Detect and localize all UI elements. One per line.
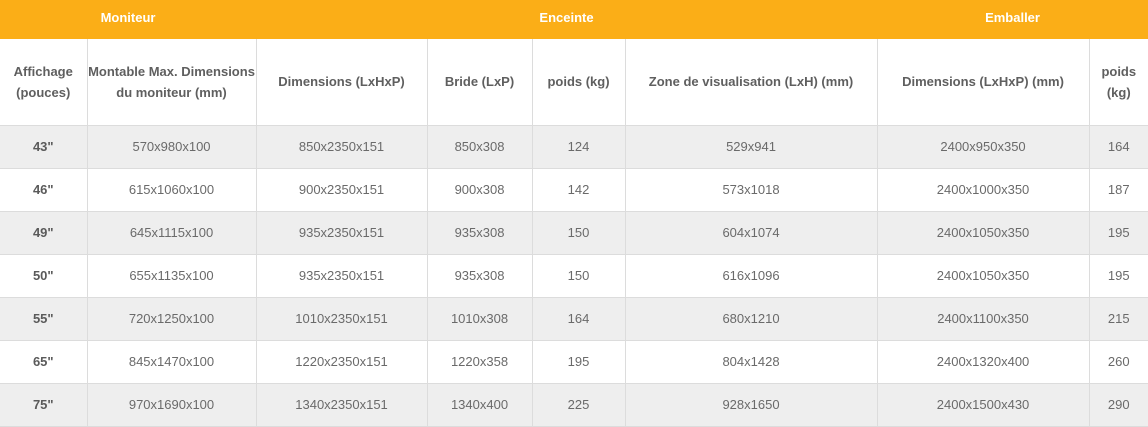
cell-max-monitor-dimensions: 845x1470x100 bbox=[87, 340, 257, 384]
cell-bracket: 1340x400 bbox=[427, 383, 533, 427]
cell-max-monitor-dimensions: 720x1250x100 bbox=[87, 297, 257, 341]
cell-display-size: 49" bbox=[0, 211, 88, 255]
cell-package-dimensions: 2400x1320x400 bbox=[877, 340, 1090, 384]
cell-package-weight: 195 bbox=[1089, 211, 1148, 255]
cell-bracket: 1220x358 bbox=[427, 340, 533, 384]
cell-bracket: 935x308 bbox=[427, 211, 533, 255]
table-row: 43" 570x980x100 850x2350x151 850x308 124… bbox=[0, 125, 1148, 169]
cell-display-size: 50" bbox=[0, 254, 88, 298]
cell-display-size: 75" bbox=[0, 383, 88, 427]
cell-viewing-area: 529x941 bbox=[625, 125, 878, 169]
cell-enclosure-dimensions: 900x2350x151 bbox=[256, 168, 428, 212]
cell-display-size: 55" bbox=[0, 297, 88, 341]
column-header-display-size: Affichage (pouces) bbox=[0, 39, 88, 126]
table-row: 55" 720x1250x100 1010x2350x151 1010x308 … bbox=[0, 297, 1148, 341]
cell-bracket: 935x308 bbox=[427, 254, 533, 298]
cell-enclosure-weight: 150 bbox=[532, 211, 626, 255]
cell-package-weight: 195 bbox=[1089, 254, 1148, 298]
cell-enclosure-weight: 225 bbox=[532, 383, 626, 427]
cell-enclosure-weight: 142 bbox=[532, 168, 626, 212]
cell-viewing-area: 928x1650 bbox=[625, 383, 878, 427]
cell-enclosure-dimensions: 935x2350x151 bbox=[256, 254, 428, 298]
group-header-enceinte: Enceinte bbox=[256, 0, 878, 39]
cell-max-monitor-dimensions: 655x1135x100 bbox=[87, 254, 257, 298]
group-header-moniteur: Moniteur bbox=[0, 0, 257, 39]
column-header-row: Affichage (pouces) Montable Max. Dimensi… bbox=[0, 39, 1148, 126]
column-header-enclosure-dimensions: Dimensions (LxHxP) bbox=[256, 39, 428, 126]
cell-package-weight: 164 bbox=[1089, 125, 1148, 169]
table-row: 49" 645x1115x100 935x2350x151 935x308 15… bbox=[0, 211, 1148, 255]
cell-enclosure-dimensions: 850x2350x151 bbox=[256, 125, 428, 169]
table-row: 50" 655x1135x100 935x2350x151 935x308 15… bbox=[0, 254, 1148, 298]
spec-table: Moniteur Enceinte Emballer Affichage (po… bbox=[0, 0, 1148, 427]
cell-viewing-area: 616x1096 bbox=[625, 254, 878, 298]
cell-viewing-area: 804x1428 bbox=[625, 340, 878, 384]
column-header-package-dimensions: Dimensions (LxHxP) (mm) bbox=[877, 39, 1090, 126]
cell-display-size: 65" bbox=[0, 340, 88, 384]
cell-package-dimensions: 2400x1500x430 bbox=[877, 383, 1090, 427]
column-header-bracket: Bride (LxP) bbox=[427, 39, 533, 126]
cell-max-monitor-dimensions: 645x1115x100 bbox=[87, 211, 257, 255]
column-header-package-weight: poids (kg) bbox=[1089, 39, 1148, 126]
cell-bracket: 900x308 bbox=[427, 168, 533, 212]
cell-enclosure-weight: 150 bbox=[532, 254, 626, 298]
cell-bracket: 850x308 bbox=[427, 125, 533, 169]
cell-package-dimensions: 2400x1050x350 bbox=[877, 254, 1090, 298]
cell-enclosure-weight: 195 bbox=[532, 340, 626, 384]
column-header-enclosure-weight: poids (kg) bbox=[532, 39, 626, 126]
cell-enclosure-dimensions: 1010x2350x151 bbox=[256, 297, 428, 341]
cell-bracket: 1010x308 bbox=[427, 297, 533, 341]
table-row: 75" 970x1690x100 1340x2350x151 1340x400 … bbox=[0, 383, 1148, 427]
column-header-viewing-area: Zone de visualisation (LxH) (mm) bbox=[625, 39, 878, 126]
cell-package-dimensions: 2400x950x350 bbox=[877, 125, 1090, 169]
column-header-max-monitor-dimensions: Montable Max. Dimensions du moniteur (mm… bbox=[87, 39, 257, 126]
cell-max-monitor-dimensions: 570x980x100 bbox=[87, 125, 257, 169]
cell-display-size: 46" bbox=[0, 168, 88, 212]
table-row: 65" 845x1470x100 1220x2350x151 1220x358 … bbox=[0, 340, 1148, 384]
cell-package-weight: 187 bbox=[1089, 168, 1148, 212]
cell-enclosure-dimensions: 1220x2350x151 bbox=[256, 340, 428, 384]
cell-package-weight: 290 bbox=[1089, 383, 1148, 427]
cell-package-dimensions: 2400x1050x350 bbox=[877, 211, 1090, 255]
group-header-row: Moniteur Enceinte Emballer bbox=[0, 0, 1148, 39]
cell-enclosure-weight: 164 bbox=[532, 297, 626, 341]
cell-max-monitor-dimensions: 615x1060x100 bbox=[87, 168, 257, 212]
cell-max-monitor-dimensions: 970x1690x100 bbox=[87, 383, 257, 427]
cell-display-size: 43" bbox=[0, 125, 88, 169]
cell-enclosure-dimensions: 1340x2350x151 bbox=[256, 383, 428, 427]
group-header-emballer: Emballer bbox=[877, 0, 1148, 39]
cell-viewing-area: 680x1210 bbox=[625, 297, 878, 341]
table-row: 46" 615x1060x100 900x2350x151 900x308 14… bbox=[0, 168, 1148, 212]
cell-package-dimensions: 2400x1000x350 bbox=[877, 168, 1090, 212]
cell-viewing-area: 573x1018 bbox=[625, 168, 878, 212]
cell-package-weight: 215 bbox=[1089, 297, 1148, 341]
cell-viewing-area: 604x1074 bbox=[625, 211, 878, 255]
cell-enclosure-weight: 124 bbox=[532, 125, 626, 169]
cell-package-weight: 260 bbox=[1089, 340, 1148, 384]
cell-enclosure-dimensions: 935x2350x151 bbox=[256, 211, 428, 255]
cell-package-dimensions: 2400x1100x350 bbox=[877, 297, 1090, 341]
